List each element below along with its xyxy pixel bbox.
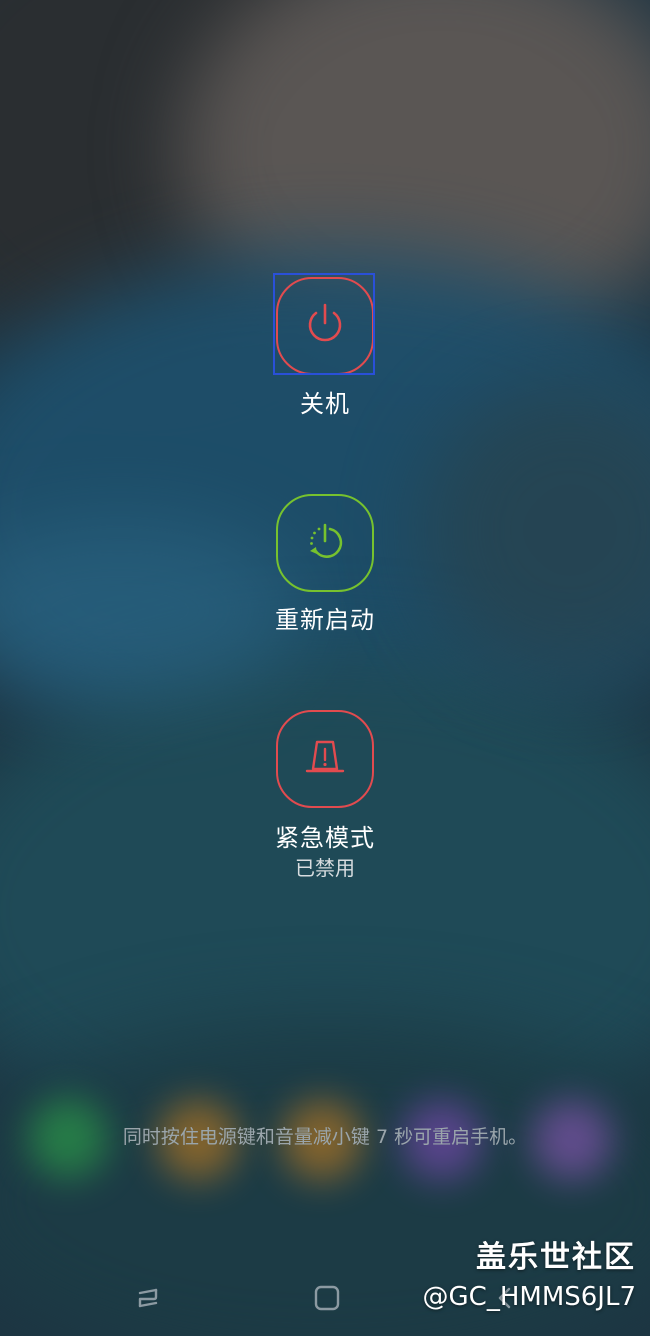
- emergency-mode-button[interactable]: [276, 710, 374, 808]
- emergency-mode-status: 已禁用: [295, 856, 355, 880]
- restart-hint-text: 同时按住电源键和音量减小键 7 秒可重启手机。: [122, 1126, 528, 1148]
- focus-highlight: [273, 273, 375, 375]
- emergency-mode-label: 紧急模式: [275, 824, 375, 852]
- power-off-label: 关机: [300, 390, 350, 418]
- restart-button[interactable]: [276, 494, 374, 592]
- home-icon: [312, 1283, 342, 1317]
- back-icon: [132, 1283, 162, 1317]
- restart-icon: [297, 513, 353, 573]
- restart-label: 重新启动: [275, 606, 375, 634]
- watermark: 盖乐世社区 @GC_HMMS6JL7: [423, 1232, 636, 1312]
- back-button[interactable]: [127, 1280, 167, 1320]
- watermark-title: 盖乐世社区: [476, 1240, 636, 1275]
- home-button[interactable]: [307, 1280, 347, 1320]
- watermark-user: @GC_HMMS6JL7: [422, 1282, 636, 1312]
- emergency-icon: [297, 729, 353, 789]
